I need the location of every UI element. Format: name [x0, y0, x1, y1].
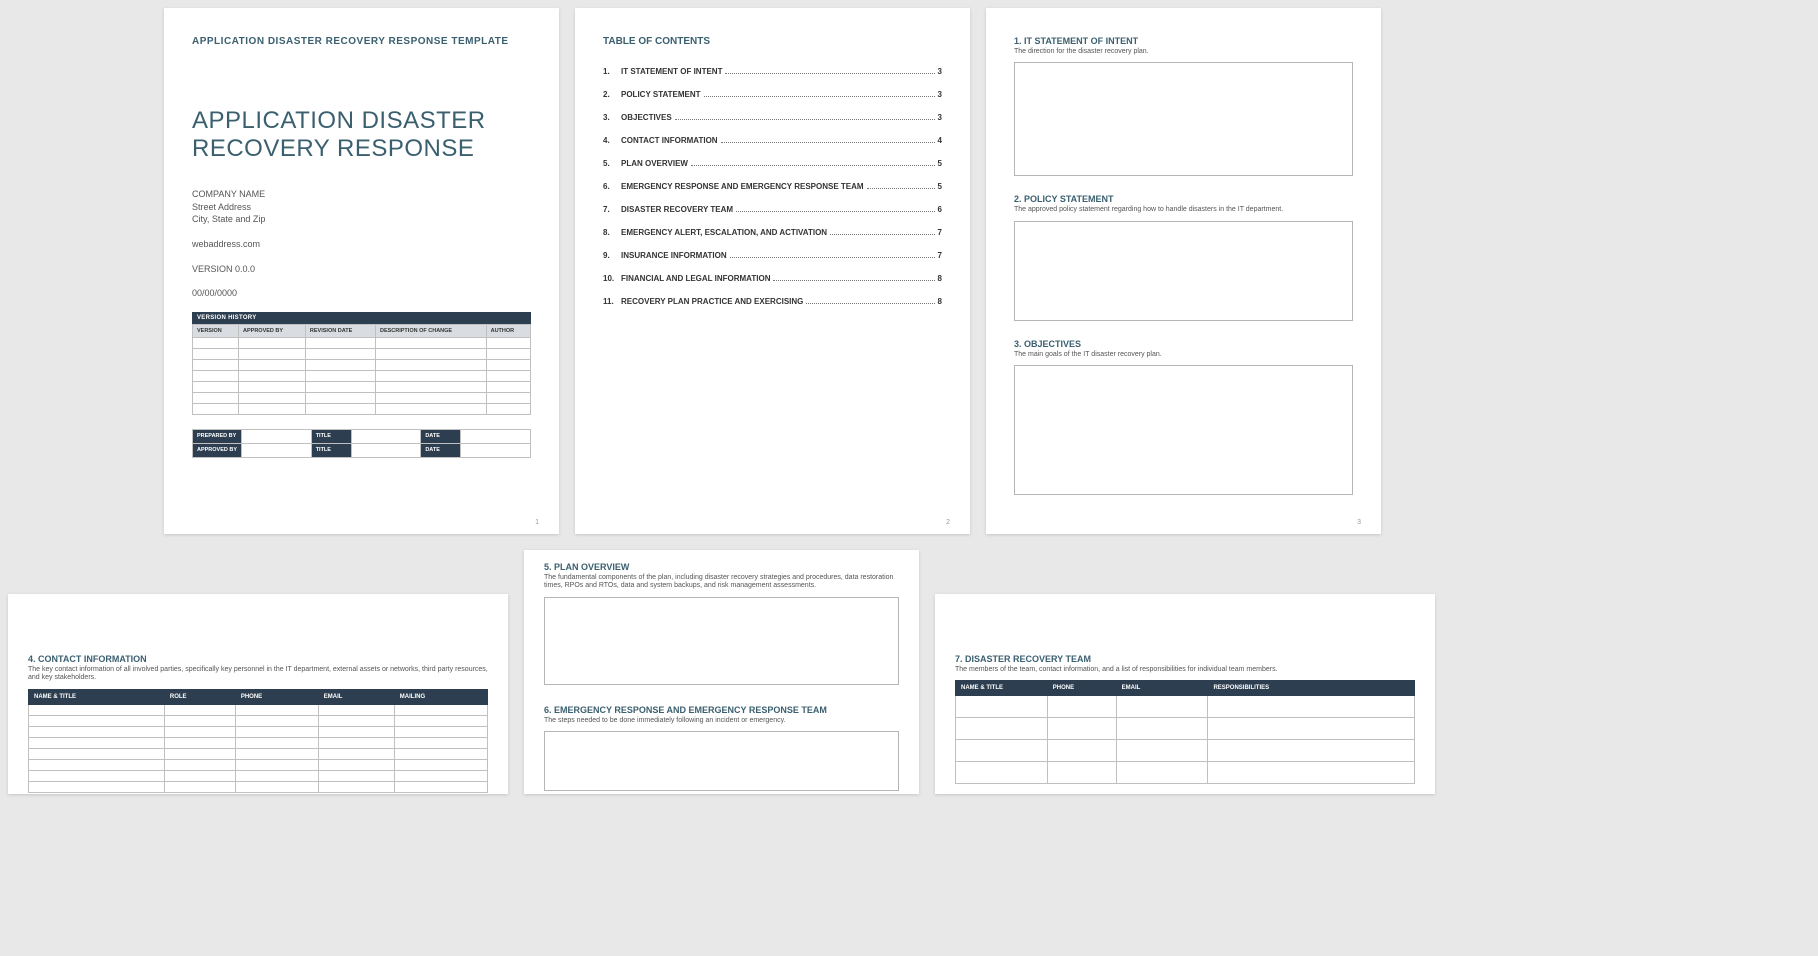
signature-table: PREPARED BY TITLE DATE APPROVED BY TITLE…: [192, 429, 531, 458]
section-4-desc: The key contact information of all invol…: [28, 666, 488, 683]
toc-item: 8.EMERGENCY ALERT, ESCALATION, AND ACTIV…: [603, 228, 942, 237]
toc-title: TABLE OF CONTENTS: [603, 36, 942, 47]
page-6-recovery-team: 7. DISASTER RECOVERY TEAM The members of…: [935, 594, 1435, 794]
toc-item: 1.IT STATEMENT OF INTENT3: [603, 67, 942, 76]
section-4-heading: 4. CONTACT INFORMATION: [28, 654, 488, 664]
toc-item: 3.OBJECTIVES3: [603, 113, 942, 122]
section-7-heading: 7. DISASTER RECOVERY TEAM: [955, 654, 1415, 664]
table-row: [29, 748, 488, 759]
table-row: [193, 403, 531, 414]
section-7-desc: The members of the team, contact informa…: [955, 666, 1415, 674]
section-3-box[interactable]: [1014, 365, 1353, 495]
table-row: [29, 770, 488, 781]
toc-item: 2.POLICY STATEMENT3: [603, 90, 942, 99]
page-5-plan: 5. PLAN OVERVIEW The fundamental compone…: [524, 550, 919, 794]
page-number: 2: [946, 519, 950, 526]
page-number: 3: [1357, 519, 1361, 526]
web-address: webaddress.com: [192, 238, 531, 251]
document-title: APPLICATION DISASTER RECOVERY RESPONSE: [192, 107, 531, 162]
table-row: [956, 718, 1415, 740]
section-6-heading: 6. EMERGENCY RESPONSE AND EMERGENCY RESP…: [544, 705, 899, 715]
contact-table: NAME & TITLE ROLE PHONE EMAIL MAILING: [28, 689, 488, 793]
table-row: [29, 726, 488, 737]
table-row: [193, 392, 531, 403]
table-row: [29, 781, 488, 792]
section-2-box[interactable]: [1014, 221, 1353, 321]
toc-item: 6.EMERGENCY RESPONSE AND EMERGENCY RESPO…: [603, 182, 942, 191]
table-row: [956, 762, 1415, 784]
table-row: [29, 715, 488, 726]
table-row: [29, 759, 488, 770]
page-4-contact: 4. CONTACT INFORMATION The key contact i…: [8, 594, 508, 794]
page-3-sections: 1. IT STATEMENT OF INTENT The direction …: [986, 8, 1381, 534]
toc-item: 11.RECOVERY PLAN PRACTICE AND EXERCISING…: [603, 297, 942, 306]
section-2-desc: The approved policy statement regarding …: [1014, 206, 1353, 214]
table-row: [193, 359, 531, 370]
page-1-cover: APPLICATION DISASTER RECOVERY RESPONSE T…: [164, 8, 559, 534]
table-row: [29, 704, 488, 715]
section-5-desc: The fundamental components of the plan, …: [544, 574, 899, 591]
toc-item: 5.PLAN OVERVIEW5: [603, 159, 942, 168]
version-history-table: VERSION APPROVED BY REVISION DATE DESCRI…: [192, 324, 531, 415]
section-3-desc: The main goals of the IT disaster recove…: [1014, 351, 1353, 359]
version-history-title: VERSION HISTORY: [192, 312, 531, 324]
section-5-heading: 5. PLAN OVERVIEW: [544, 562, 899, 572]
toc-list: 1.IT STATEMENT OF INTENT3 2.POLICY STATE…: [603, 67, 942, 306]
toc-item: 7.DISASTER RECOVERY TEAM6: [603, 205, 942, 214]
section-3-heading: 3. OBJECTIVES: [1014, 339, 1353, 349]
toc-item: 10.FINANCIAL AND LEGAL INFORMATION8: [603, 274, 942, 283]
table-row: [29, 737, 488, 748]
table-row: [193, 370, 531, 381]
page-2-toc: TABLE OF CONTENTS 1.IT STATEMENT OF INTE…: [575, 8, 970, 534]
table-row: [956, 740, 1415, 762]
section-6-box[interactable]: [544, 731, 899, 791]
template-label: APPLICATION DISASTER RECOVERY RESPONSE T…: [192, 36, 531, 47]
table-row: [193, 381, 531, 392]
section-6-desc: The steps needed to be done immediately …: [544, 717, 899, 725]
version-label: VERSION 0.0.0: [192, 263, 531, 276]
recovery-team-table: NAME & TITLE PHONE EMAIL RESPONSIBILITIE…: [955, 680, 1415, 784]
table-row: [956, 696, 1415, 718]
page-number: 1: [535, 519, 539, 526]
toc-item: 4.CONTACT INFORMATION4: [603, 136, 942, 145]
section-2-heading: 2. POLICY STATEMENT: [1014, 194, 1353, 204]
table-row: [193, 348, 531, 359]
date-label: 00/00/0000: [192, 287, 531, 300]
table-row: [193, 337, 531, 348]
section-1-heading: 1. IT STATEMENT OF INTENT: [1014, 36, 1353, 46]
section-1-box[interactable]: [1014, 62, 1353, 176]
company-block: COMPANY NAME Street Address City, State …: [192, 188, 531, 226]
section-5-box[interactable]: [544, 597, 899, 685]
toc-item: 9.INSURANCE INFORMATION7: [603, 251, 942, 260]
section-1-desc: The direction for the disaster recovery …: [1014, 48, 1353, 56]
